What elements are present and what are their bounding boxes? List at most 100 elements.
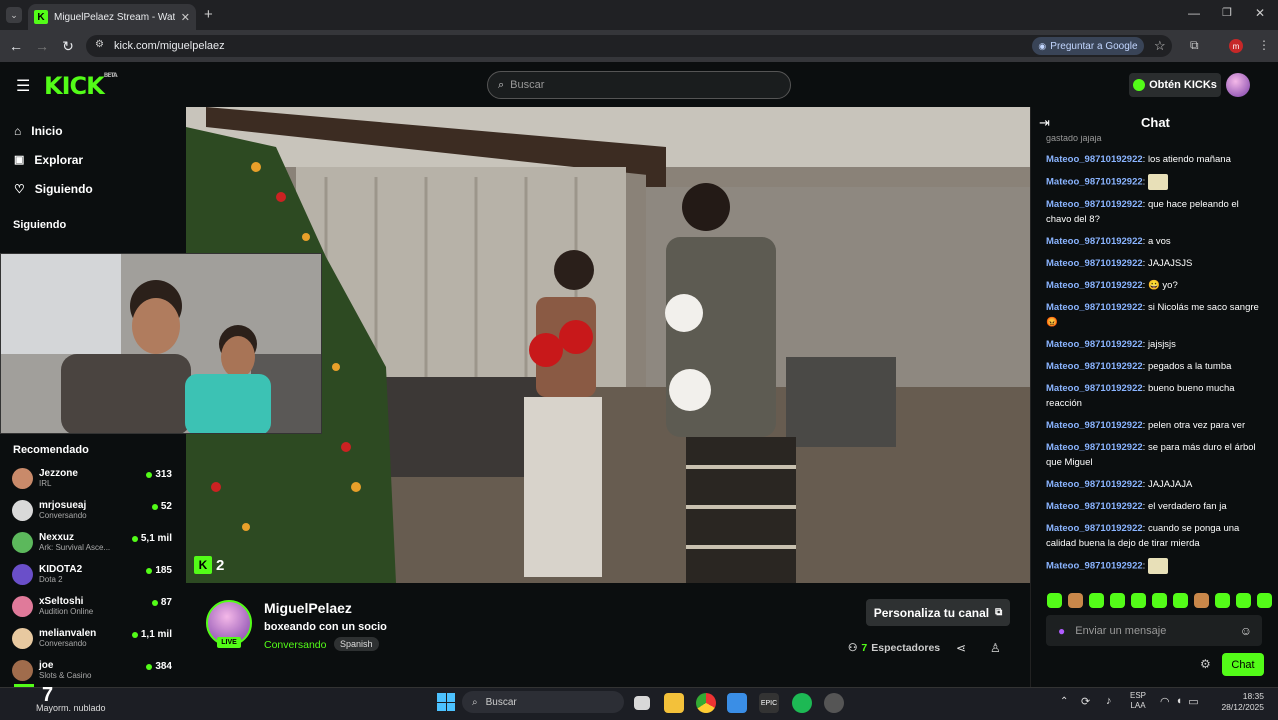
chrome-icon[interactable] <box>696 693 716 713</box>
channel-item[interactable]: xSeltoshi Audition Online 87 <box>0 590 186 622</box>
language-tag[interactable]: Spanish <box>334 637 379 651</box>
emote-icon[interactable] <box>1089 593 1104 608</box>
ask-google-button[interactable]: ◉ Preguntar a Google <box>1032 37 1144 55</box>
chat-username[interactable]: Mateoo_98710192922 <box>1046 361 1143 372</box>
chat-username[interactable]: Mateoo_98710192922 <box>1046 280 1143 291</box>
share-icon[interactable]: ⋖ <box>956 641 966 655</box>
chat-message: Mateoo_98710192922: cuando se ponga una … <box>1031 521 1278 551</box>
clock[interactable]: 18:35 28/12/2025 <box>1216 691 1264 713</box>
chat-username[interactable]: Mateoo_98710192922 <box>1046 383 1143 394</box>
emoji-picker-icon[interactable]: ☺ <box>1240 624 1252 638</box>
emote-icon[interactable] <box>1236 593 1251 608</box>
emote-icon[interactable] <box>1257 593 1272 608</box>
emote-icon[interactable] <box>1173 593 1188 608</box>
kick-logo[interactable]: KICKBETA <box>44 72 118 100</box>
search-input[interactable]: ⌕ Buscar <box>487 71 791 99</box>
chat-username[interactable]: Mateoo_98710192922 <box>1046 442 1143 453</box>
chat-username[interactable]: Mateoo_98710192922 <box>1046 302 1143 313</box>
chat-username[interactable]: Mateoo_98710192922 <box>1046 420 1143 431</box>
chat-username[interactable]: Mateoo_98710192922 <box>1046 236 1143 247</box>
taskbar-search[interactable]: ⌕ Buscar <box>462 691 624 713</box>
tray-chevron-icon[interactable]: ⌃ <box>1060 696 1068 707</box>
chat-message-input[interactable]: ● Enviar un mensaje ☺ <box>1046 615 1262 646</box>
extensions-icon[interactable]: ⧉ <box>1190 38 1199 53</box>
chat-username[interactable]: Mateoo_98710192922 <box>1046 258 1143 269</box>
channel-item[interactable]: melianvalen Conversando 1,1 mil <box>0 622 186 654</box>
emote-icon[interactable] <box>1110 593 1125 608</box>
channel-item[interactable]: mrjosueaj Conversando 52 <box>0 494 186 526</box>
url-field[interactable]: ⚙ kick.com/miguelpelaez <box>86 35 1172 57</box>
chat-text: los atiendo mañana <box>1147 154 1231 165</box>
app-icon[interactable] <box>824 693 844 713</box>
battery-icon: ▭ <box>1188 696 1199 708</box>
channel-item[interactable]: Nexxuz Ark: Survival Asce... 5,1 mil <box>0 526 186 558</box>
nav-label: Siguiendo <box>34 181 93 196</box>
browser-menu-icon[interactable]: ⋮ <box>1258 38 1270 52</box>
microphone-icon[interactable]: ♪ <box>1106 695 1112 707</box>
emote-icon[interactable] <box>1131 593 1146 608</box>
collapse-chat-icon[interactable]: ⇥ <box>1039 115 1050 131</box>
epic-games-icon[interactable]: EPIC <box>759 693 779 713</box>
chat-username[interactable]: Mateoo_98710192922 <box>1046 501 1143 512</box>
channel-item[interactable]: Jezzone IRL 313 <box>0 462 186 494</box>
channel-avatar-icon <box>12 595 33 617</box>
send-chat-button[interactable]: Chat <box>1222 653 1264 676</box>
chat-username[interactable]: Mateoo_98710192922 <box>1046 339 1143 350</box>
forward-icon[interactable]: → <box>29 33 55 59</box>
nav-inicio[interactable]: ⌂ Inicio <box>0 116 186 145</box>
channel-item[interactable]: KIDOTA2 Dota 2 185 <box>0 558 186 590</box>
sync-icon[interactable]: ⟳ <box>1081 695 1090 708</box>
maximize-icon[interactable]: ❐ <box>1222 6 1232 19</box>
minimize-icon[interactable]: — <box>1188 6 1200 20</box>
system-tray[interactable]: ◠ ◖ ▭ <box>1160 695 1199 708</box>
customize-channel-button[interactable]: Personaliza tu canal ⧉ <box>866 599 1010 626</box>
chat-username[interactable]: Mateoo_98710192922 <box>1046 199 1143 210</box>
live-dot-icon <box>131 631 138 638</box>
close-window-icon[interactable]: ✕ <box>1255 6 1265 20</box>
channel-name[interactable]: MiguelPelaez <box>264 600 352 616</box>
mic-icon: ● <box>1058 623 1066 638</box>
user-avatar[interactable] <box>1226 73 1250 97</box>
chat-username[interactable]: Mateoo_98710192922 <box>1046 523 1143 534</box>
close-tab-icon[interactable]: ✕ <box>181 11 190 24</box>
get-kicks-button[interactable]: Obtén KICKs <box>1129 73 1221 97</box>
weather-widget[interactable]: Mayorm. nublado <box>36 703 106 713</box>
channel-name: xSeltoshi <box>39 596 84 607</box>
reload-icon[interactable]: ↻ <box>55 33 81 59</box>
task-view-icon[interactable] <box>634 696 650 710</box>
emote-icon[interactable] <box>1194 593 1209 608</box>
chat-username[interactable]: Mateoo_98710192922 <box>1046 561 1143 572</box>
bookmark-star-icon[interactable]: ☆ <box>1154 38 1166 54</box>
chat-username[interactable]: Mateoo_98710192922 <box>1046 479 1143 490</box>
nav-siguiendo[interactable]: ♡ Siguiendo <box>0 174 186 203</box>
store-icon[interactable] <box>727 693 747 713</box>
channel-avatar-icon <box>12 563 33 585</box>
follow-user-icon[interactable]: ♙ <box>990 641 1001 655</box>
recommended-section-title: Recomendado <box>13 444 89 456</box>
nav-explorar[interactable]: ▣ Explorar <box>0 145 186 174</box>
file-explorer-icon[interactable] <box>664 693 684 713</box>
profile-icon[interactable]: m <box>1229 39 1243 53</box>
back-icon[interactable]: ← <box>3 33 29 59</box>
kick-favicon-icon: K <box>34 10 48 24</box>
site-info-icon[interactable]: ⚙ <box>95 39 104 50</box>
new-tab-icon[interactable]: + <box>204 6 213 23</box>
channel-item[interactable]: joe Slots & Casino 384 <box>0 654 186 686</box>
channel-avatar-icon <box>12 467 33 489</box>
emote-icon[interactable] <box>1047 593 1062 608</box>
emote-icon[interactable] <box>1215 593 1230 608</box>
hamburger-menu-icon[interactable]: ☰ <box>16 76 30 96</box>
emote-icon[interactable] <box>1152 593 1167 608</box>
stream-category[interactable]: Conversando <box>264 639 326 651</box>
windows-start-icon[interactable] <box>437 693 455 711</box>
chat-settings-gear-icon[interactable]: ⚙ <box>1200 657 1211 671</box>
tab-search-icon[interactable]: ⌄ <box>6 7 22 23</box>
chat-username[interactable]: Mateoo_98710192922 <box>1046 154 1143 165</box>
customize-label: Personaliza tu canal <box>873 605 990 620</box>
spotify-icon[interactable] <box>792 693 812 713</box>
language-indicator[interactable]: ESP LAA <box>1130 691 1146 711</box>
browser-tab[interactable]: K MiguelPelaez Stream - Watch L ✕ <box>28 4 196 30</box>
clock-date: 28/12/2025 <box>1221 702 1264 712</box>
chat-username[interactable]: Mateoo_98710192922 <box>1046 177 1143 188</box>
emote-icon[interactable] <box>1068 593 1083 608</box>
